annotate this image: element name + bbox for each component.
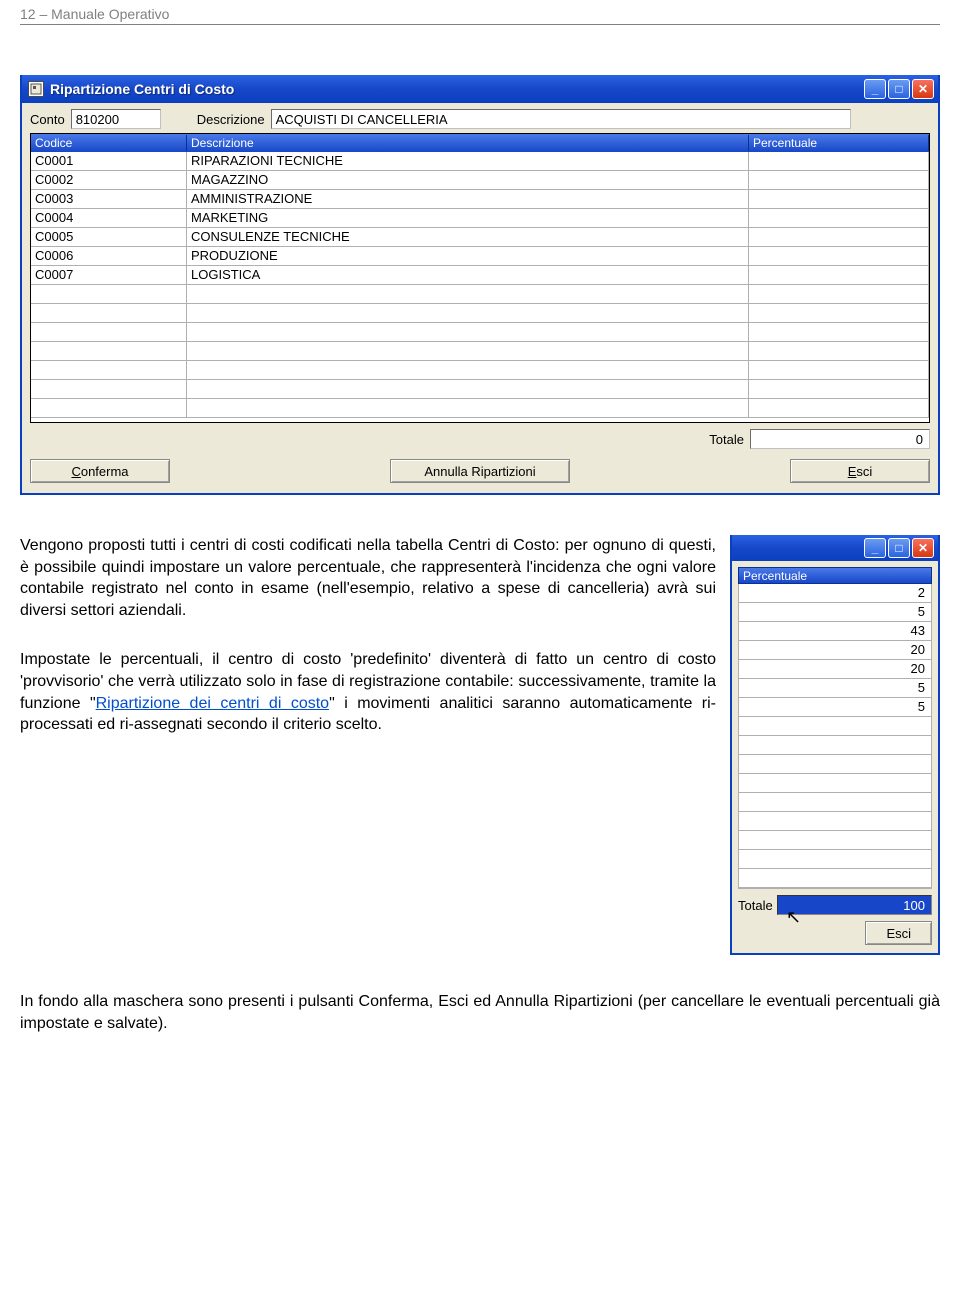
- table-row-empty[interactable]: [31, 399, 929, 418]
- table-row[interactable]: C0005CONSULENZE TECNICHE: [31, 228, 929, 247]
- descrizione-field[interactable]: ACQUISTI DI CANCELLERIA: [271, 109, 851, 129]
- table-row[interactable]: C0004MARKETING: [31, 209, 929, 228]
- body-text: Vengono proposti tutti i centri di costi…: [20, 535, 716, 955]
- percentuale-cell-empty[interactable]: [739, 812, 931, 831]
- annulla-ripartizioni-button[interactable]: Annulla Ripartizioni: [390, 459, 570, 483]
- totale-label: Totale: [709, 432, 744, 447]
- percentuale-cell-empty[interactable]: [739, 850, 931, 869]
- cell-percentuale[interactable]: [749, 266, 929, 285]
- table-row[interactable]: C0001RIPARAZIONI TECNICHE: [31, 152, 929, 171]
- paragraph-2: Impostate le percentuali, il centro di c…: [20, 649, 716, 735]
- percentuale-cell[interactable]: 2: [739, 584, 931, 603]
- cell-percentuale[interactable]: [749, 152, 929, 171]
- table-row-empty[interactable]: [31, 285, 929, 304]
- totale-field-2: 100: [777, 895, 932, 915]
- minimize-button[interactable]: _: [864, 79, 886, 99]
- col-header-codice[interactable]: Codice: [31, 135, 187, 151]
- cell-descrizione[interactable]: MAGAZZINO: [187, 171, 749, 190]
- app-icon: [28, 81, 44, 97]
- percentuale-cell-empty[interactable]: [739, 869, 931, 888]
- cell-codice[interactable]: C0002: [31, 171, 187, 190]
- cell-codice[interactable]: C0004: [31, 209, 187, 228]
- paragraph-3: In fondo alla maschera sono presenti i p…: [20, 991, 940, 1034]
- maximize-button-2[interactable]: □: [888, 538, 910, 558]
- percentuale-cell-empty[interactable]: [739, 831, 931, 850]
- paragraph-1: Vengono proposti tutti i centri di costi…: [20, 535, 716, 621]
- cell-percentuale[interactable]: [749, 209, 929, 228]
- totale-label-2: Totale: [738, 898, 773, 913]
- percentuale-column[interactable]: 2543202055: [738, 584, 932, 889]
- percentuale-cell[interactable]: 43: [739, 622, 931, 641]
- window-title: Ripartizione Centri di Costo: [50, 81, 864, 97]
- conto-label: Conto: [30, 112, 65, 127]
- percentuale-cell[interactable]: 5: [739, 603, 931, 622]
- close-button[interactable]: ✕: [912, 79, 934, 99]
- cell-descrizione[interactable]: AMMINISTRAZIONE: [187, 190, 749, 209]
- cost-center-grid[interactable]: Codice Descrizione Percentuale C0001RIPA…: [30, 133, 930, 423]
- col-header-percentuale[interactable]: Percentuale: [749, 135, 929, 151]
- conferma-button[interactable]: Conferma: [30, 459, 170, 483]
- cell-codice[interactable]: C0001: [31, 152, 187, 171]
- esci-button[interactable]: Esci: [790, 459, 930, 483]
- descrizione-label: Descrizione: [197, 112, 265, 127]
- titlebar[interactable]: Ripartizione Centri di Costo _ □ ✕: [22, 75, 938, 103]
- cell-descrizione[interactable]: MARKETING: [187, 209, 749, 228]
- table-row[interactable]: C0006PRODUZIONE: [31, 247, 929, 266]
- esci-button-2[interactable]: Esci: [865, 921, 932, 945]
- cell-percentuale[interactable]: [749, 247, 929, 266]
- table-row[interactable]: C0003AMMINISTRAZIONE: [31, 190, 929, 209]
- percentuale-cell-empty[interactable]: [739, 717, 931, 736]
- cell-percentuale[interactable]: [749, 190, 929, 209]
- table-row-empty[interactable]: [31, 304, 929, 323]
- col-header-descrizione[interactable]: Descrizione: [187, 135, 749, 151]
- percentuale-cell[interactable]: 20: [739, 641, 931, 660]
- cell-codice[interactable]: C0006: [31, 247, 187, 266]
- conto-field[interactable]: 810200: [71, 109, 161, 129]
- percentuale-cell[interactable]: 5: [739, 679, 931, 698]
- cell-percentuale[interactable]: [749, 171, 929, 190]
- page-header: 12 – Manuale Operativo: [20, 0, 940, 25]
- table-row-empty[interactable]: [31, 361, 929, 380]
- cell-descrizione[interactable]: LOGISTICA: [187, 266, 749, 285]
- cell-codice[interactable]: C0003: [31, 190, 187, 209]
- percentuale-cell-empty[interactable]: [739, 793, 931, 812]
- table-row-empty[interactable]: [31, 342, 929, 361]
- percentuale-cell-empty[interactable]: [739, 736, 931, 755]
- cell-descrizione[interactable]: PRODUZIONE: [187, 247, 749, 266]
- table-row[interactable]: C0007LOGISTICA: [31, 266, 929, 285]
- window-ripartizione: Ripartizione Centri di Costo _ □ ✕ Conto…: [20, 75, 940, 495]
- table-row-empty[interactable]: [31, 380, 929, 399]
- totale-field: 0: [750, 429, 930, 449]
- table-row-empty[interactable]: [31, 323, 929, 342]
- percentuale-cell[interactable]: 5: [739, 698, 931, 717]
- cell-codice[interactable]: C0007: [31, 266, 187, 285]
- table-row[interactable]: C0002MAGAZZINO: [31, 171, 929, 190]
- cell-percentuale[interactable]: [749, 228, 929, 247]
- maximize-button[interactable]: □: [888, 79, 910, 99]
- link-ripartizione[interactable]: Ripartizione dei centri di costo: [96, 695, 329, 712]
- percentuale-cell-empty[interactable]: [739, 774, 931, 793]
- close-button-2[interactable]: ✕: [912, 538, 934, 558]
- window-percentuale: _ □ ✕ Percentuale 2543202055 Totale 100 …: [730, 535, 940, 955]
- percentuale-cell[interactable]: 20: [739, 660, 931, 679]
- col-header-percentuale-2[interactable]: Percentuale: [738, 567, 932, 584]
- percentuale-cell-empty[interactable]: [739, 755, 931, 774]
- cell-descrizione[interactable]: CONSULENZE TECNICHE: [187, 228, 749, 247]
- minimize-button-2[interactable]: _: [864, 538, 886, 558]
- cell-codice[interactable]: C0005: [31, 228, 187, 247]
- cell-descrizione[interactable]: RIPARAZIONI TECNICHE: [187, 152, 749, 171]
